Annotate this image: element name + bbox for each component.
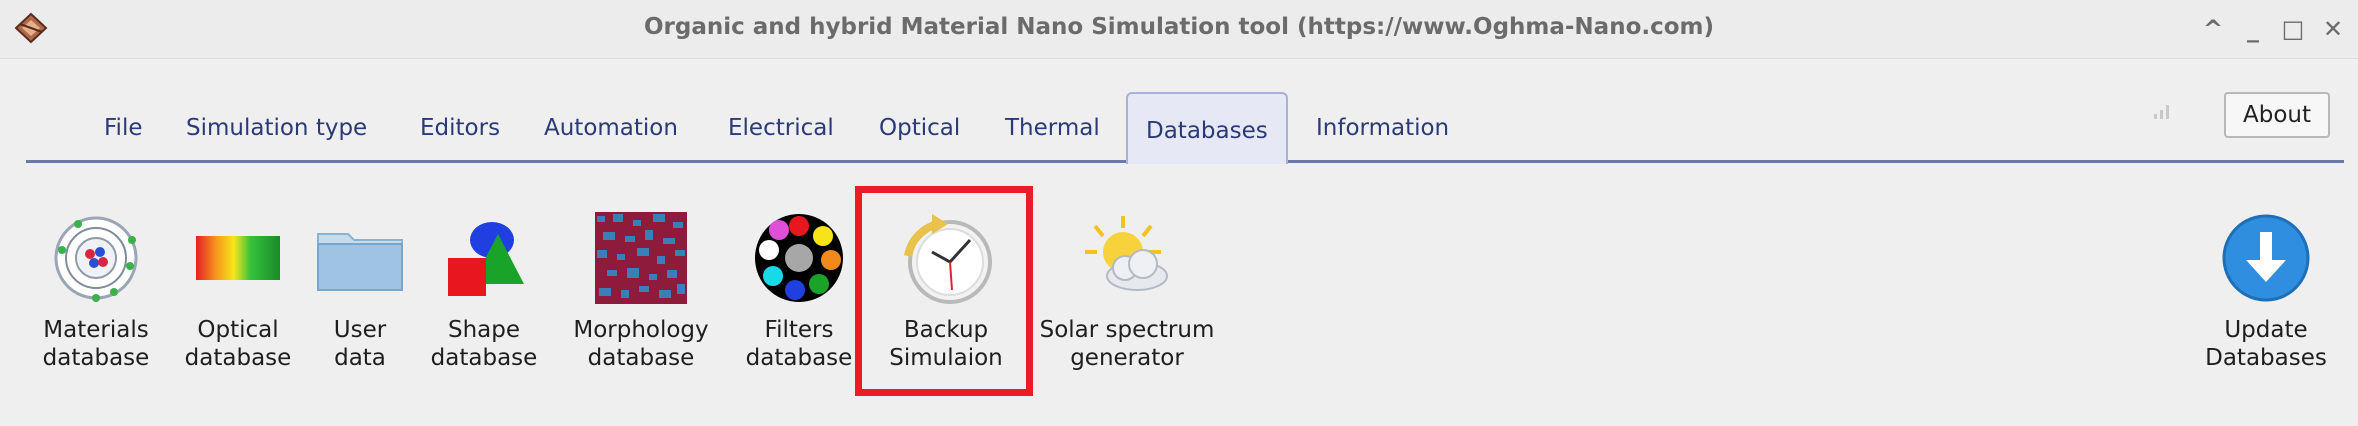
filters-database-button[interactable]: Filters database	[736, 210, 862, 372]
download-arrow-icon	[2222, 214, 2310, 302]
user-data-label-2: data	[334, 345, 386, 371]
tab-automation[interactable]: Automation	[544, 98, 678, 158]
maximize-button[interactable]: □	[2276, 14, 2310, 44]
minimize-button[interactable]: _	[2236, 14, 2270, 44]
tab-simulation-type[interactable]: Simulation type	[186, 98, 367, 158]
signal-icon	[2154, 105, 2169, 119]
user-data-label-1: User	[333, 317, 387, 343]
materials-database-label-1: Materials	[43, 317, 149, 343]
tab-optical[interactable]: Optical	[879, 98, 960, 158]
update-databases-button[interactable]: Update Databases	[2194, 210, 2338, 372]
tab-thermal[interactable]: Thermal	[1005, 98, 1100, 158]
tab-databases[interactable]: Databases	[1126, 92, 1288, 164]
update-databases-label-2: Databases	[2205, 345, 2327, 371]
shape-database-label-2: database	[430, 345, 538, 371]
sun-cloud-icon	[1085, 216, 1168, 291]
highlight-box	[855, 186, 1033, 396]
materials-database-button[interactable]: Materials database	[34, 210, 158, 372]
shape-database-label-1: Shape	[447, 317, 521, 343]
optical-database-label-1: Optical	[197, 317, 279, 343]
tab-file[interactable]: File	[104, 98, 143, 158]
solar-spectrum-label-2: generator	[1070, 345, 1184, 371]
title-bar: Organic and hybrid Material Nano Simulat…	[0, 0, 2358, 59]
ribbon-tab-bar: File Simulation type Editors Automation …	[26, 90, 2344, 164]
filters-database-label-1: Filters	[764, 317, 834, 343]
tab-editors[interactable]: Editors	[420, 98, 500, 158]
tab-electrical[interactable]: Electrical	[728, 98, 834, 158]
user-data-button[interactable]: User data	[310, 210, 410, 372]
optical-database-label-2: database	[184, 345, 292, 371]
window-title: Organic and hybrid Material Nano Simulat…	[643, 14, 1715, 40]
morphology-database-label-2: database	[587, 345, 695, 371]
filters-icon	[755, 214, 843, 302]
materials-database-label-2: database	[42, 345, 150, 371]
morphology-database-label-1: Morphology	[573, 317, 709, 343]
about-button[interactable]: About	[2224, 92, 2330, 138]
folder-icon	[317, 233, 403, 291]
shapes-icon	[448, 222, 524, 296]
shape-database-button[interactable]: Shape database	[424, 210, 544, 372]
filters-database-label-2: database	[745, 345, 853, 371]
atom-icon	[54, 216, 138, 302]
spectrum-icon	[196, 236, 280, 280]
tab-information[interactable]: Information	[1316, 98, 1449, 158]
update-databases-label-1: Update	[2224, 317, 2308, 343]
optical-database-button[interactable]: Optical database	[178, 210, 298, 372]
morphology-database-button[interactable]: Morphology database	[566, 210, 716, 372]
close-button[interactable]: ✕	[2316, 14, 2350, 44]
solar-spectrum-label-1: Solar spectrum	[1039, 317, 1215, 343]
morphology-icon	[595, 212, 687, 304]
solar-spectrum-generator-button[interactable]: Solar spectrum generator	[1032, 210, 1222, 372]
window-shade-button[interactable]: ^	[2196, 14, 2230, 44]
